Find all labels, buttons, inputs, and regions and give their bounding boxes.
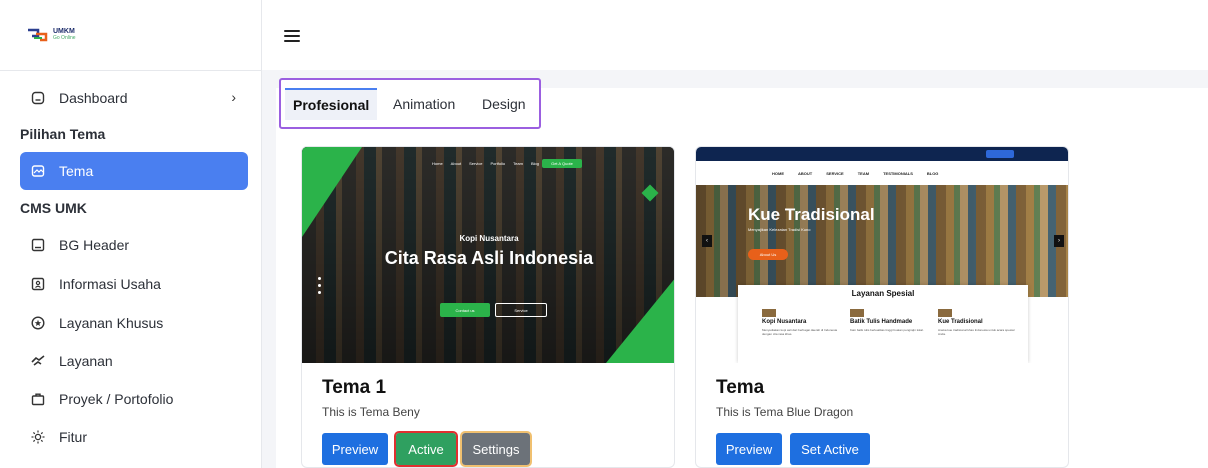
theme-preview-image[interactable]: HOME ABOUT SERVICE TEAM TESTIMONIALS BLO… [696,147,1068,363]
preview-service-item: Kue Tradisional Aneka kue tradisional kh… [938,309,1018,336]
brand-name: UMKM [53,28,75,35]
preview-cta: About Us [748,249,788,260]
preview-services-panel: Layanan Spesial Kopi Nusantara Menyediak… [738,285,1028,363]
preview-button[interactable]: Preview [716,433,782,465]
service-name: Batik Tulis Handmade [850,319,913,325]
sidebar: UMKM Go Online Dashboard › Pilihan Tema … [0,0,262,468]
active-button[interactable]: Active [394,431,458,467]
home-icon [30,90,46,106]
theme-description: This is Tema Beny [322,405,420,419]
theme-title: Tema 1 [322,377,387,398]
section-title-cms-umk: CMS UMK [20,200,87,216]
sidebar-item-label: Informasi Usaha [59,276,161,292]
sidebar-item-informasi-usaha[interactable]: Informasi Usaha [20,265,248,303]
sidebar-item-label: Tema [59,163,94,179]
preview-dots [318,277,321,298]
preview-button[interactable]: Preview [322,433,388,465]
theme-category-tabs: Profesional Animation Design [279,78,541,129]
preview-nav-item: Team [513,161,523,166]
preview-nav-item: ABOUT [798,170,813,176]
preview-nav-item: SERVICE [826,170,844,176]
preview-service-item: Batik Tulis Handmade Kain batik tulis be… [850,309,930,332]
set-active-button[interactable]: Set Active [790,433,870,465]
brand-logo[interactable]: UMKM Go Online [26,26,86,50]
hero-background [696,185,1068,297]
section-title-pilihan-tema: Pilihan Tema [20,126,106,142]
preview-headline: Cita Rasa Asli Indonesia [384,248,594,268]
preview-kicker: Kopi Nusantara [459,234,519,243]
settings-button[interactable]: Settings [460,431,532,467]
preview-nav-item: Service [469,161,483,166]
handshake-icon [30,353,46,369]
service-desc: Kain batik tulis berkualitas tinggi buat… [850,328,924,332]
palette-icon [30,163,46,179]
preview-nav-item: BLOG [926,170,939,176]
sidebar-item-layanan-khusus[interactable]: Layanan Khusus [20,304,248,342]
preview-nav: HOME ABOUT SERVICE TEAM TESTIMONIALS BLO… [696,161,1068,185]
sidebar-item-tema[interactable]: Tema [20,152,248,190]
chevron-right-icon: › [231,89,236,105]
preview-nav-item: HOME [772,170,784,176]
preview-nav-item: TESTIMONIALS [883,170,913,176]
chevron-right-icon: › [1054,235,1064,247]
preview-nav-item: Blog [530,161,539,166]
sidebar-item-label: BG Header [59,237,130,253]
briefcase-icon [30,391,46,407]
info-card-icon [30,276,46,292]
sun-icon [30,429,46,445]
chevron-left-icon: ‹ [702,235,712,247]
preview-nav-item: Portfolio [490,161,506,166]
preview-topbar [696,147,1068,161]
preview-nav-item: About [450,161,462,166]
preview-subline: Menyajikan Kelezatan Tradisi Kuno [748,227,811,232]
preview-nav: Home About Service Portfolio Team Blog [432,161,539,166]
service-thumbnail [938,309,952,317]
star-circle-icon [30,315,46,331]
service-desc: Aneka kue tradisional khas Indonesia unt… [938,328,1015,336]
sidebar-item-fitur[interactable]: Fitur [20,418,248,456]
sidebar-item-label: Dashboard [59,90,128,106]
preview-cta-primary: Contact us [440,303,490,317]
image-icon [30,237,46,253]
tab-profesional[interactable]: Profesional [285,88,378,120]
sidebar-item-label: Fitur [59,429,87,445]
preview-section-title: Layanan Spesial [851,289,915,298]
preview-cta-secondary: Service [495,303,547,317]
service-thumbnail [762,309,776,317]
theme-card-1: Home About Service Portfolio Team Blog G… [301,146,675,468]
sidebar-item-dashboard[interactable]: Dashboard › [20,79,248,117]
decorative-shape [302,147,362,237]
service-name: Kopi Nusantara [762,319,807,325]
preview-headline: Kue Tradisional [748,205,875,224]
theme-card-2: HOME ABOUT SERVICE TEAM TESTIMONIALS BLO… [695,146,1069,468]
decorative-shape [606,277,674,363]
sidebar-item-layanan[interactable]: Layanan [20,342,248,380]
tab-design[interactable]: Design [474,88,534,120]
sidebar-item-proyek-portofolio[interactable]: Proyek / Portofolio [20,380,248,418]
sidebar-item-label: Proyek / Portofolio [59,391,174,407]
hamburger-menu-icon[interactable] [284,30,300,42]
preview-nav-item: Home [432,161,443,166]
sidebar-divider [0,70,262,71]
brand-tagline: Go Online [53,35,76,41]
preview-nav-item: TEAM [857,170,870,176]
service-name: Kue Tradisional [938,319,983,325]
topbar [262,0,1208,70]
theme-description: This is Tema Blue Dragon [716,405,854,419]
theme-title: Tema [716,377,765,398]
preview-service-item: Kopi Nusantara Menyediakan kopi asli dar… [762,309,842,336]
tab-animation[interactable]: Animation [385,88,463,120]
preview-quote-button [986,150,1014,158]
sidebar-item-bg-header[interactable]: BG Header [20,226,248,264]
sidebar-item-label: Layanan Khusus [59,315,164,331]
preview-quote-button: Get A Quote [542,159,582,168]
sidebar-item-label: Layanan [59,353,113,369]
service-desc: Menyediakan kopi asli dari berbagai daer… [762,328,838,336]
theme-preview-image[interactable]: Home About Service Portfolio Team Blog G… [302,147,674,363]
service-thumbnail [850,309,864,317]
umkm-logo-icon [28,28,48,42]
